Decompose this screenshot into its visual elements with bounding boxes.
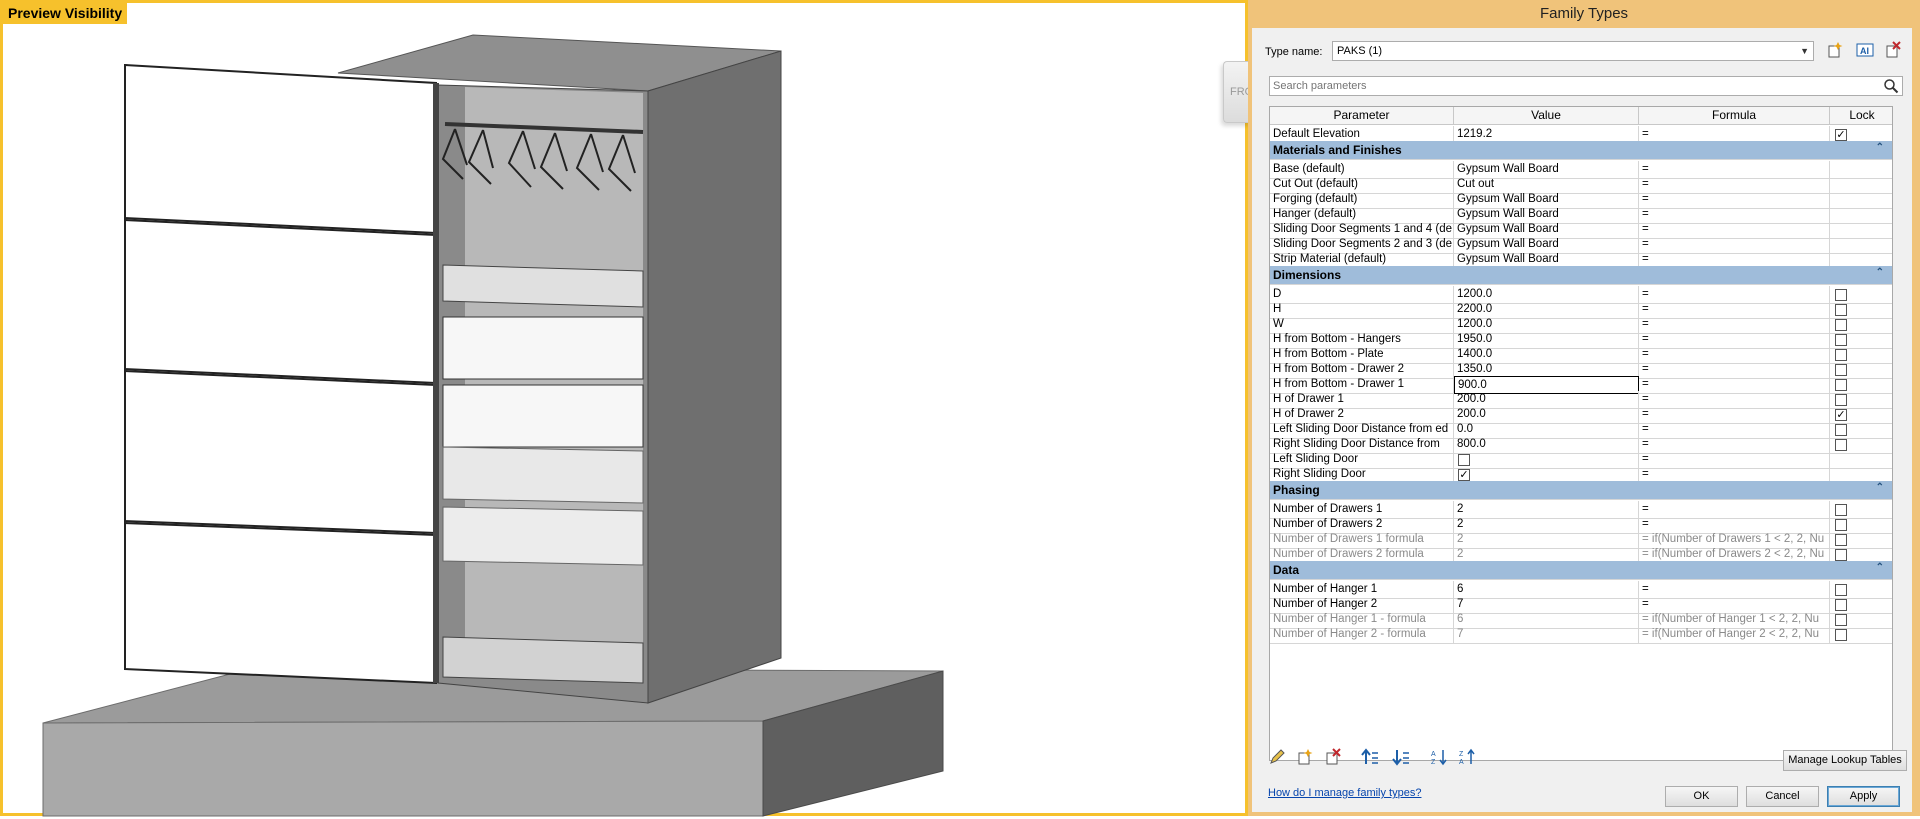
- shelf-plate: [442, 264, 644, 308]
- column-header-value[interactable]: Value: [1454, 107, 1639, 125]
- lock-checkbox[interactable]: [1835, 584, 1847, 596]
- group-header-row[interactable]: Data ⌃: [1270, 561, 1892, 580]
- basket-1: [442, 446, 644, 504]
- drawer-lower: [442, 384, 644, 448]
- dialog-title: Family Types: [1539, 5, 1629, 22]
- wardrobe-3d-view[interactable]: [3, 3, 1251, 819]
- lock-checkbox[interactable]: [1835, 504, 1847, 516]
- lock-checkbox[interactable]: [1835, 304, 1847, 316]
- lock-checkbox[interactable]: [1835, 424, 1847, 436]
- lock-checkbox[interactable]: ✓: [1835, 409, 1847, 421]
- group-header-label: Dimensions: [1273, 268, 1342, 282]
- value-checkbox[interactable]: [1458, 454, 1470, 466]
- delete-parameter-icon[interactable]: [1322, 748, 1344, 770]
- new-type-icon[interactable]: [1824, 41, 1846, 61]
- type-name-label: Type name:: [1265, 46, 1323, 58]
- svg-text:A: A: [1431, 751, 1436, 758]
- search-icon[interactable]: [1883, 78, 1899, 94]
- lock-checkbox[interactable]: [1835, 334, 1847, 346]
- group-header-row[interactable]: Dimensions ⌃: [1270, 266, 1892, 285]
- parameters-table: Parameter Value Formula Lock Default Ele…: [1269, 106, 1893, 761]
- move-down-icon[interactable]: [1390, 748, 1412, 770]
- collapse-chevrons-icon[interactable]: ⌃: [1876, 267, 1884, 278]
- search-input[interactable]: [1270, 77, 1870, 95]
- value-cell[interactable]: 7: [1454, 626, 1639, 644]
- move-up-icon[interactable]: [1359, 748, 1381, 770]
- lock-checkbox[interactable]: [1835, 534, 1847, 546]
- new-parameter-icon[interactable]: [1294, 748, 1316, 770]
- column-header-parameter[interactable]: Parameter: [1270, 107, 1454, 125]
- collapse-chevrons-icon[interactable]: ⌃: [1876, 482, 1884, 493]
- lock-checkbox[interactable]: [1835, 439, 1847, 451]
- lock-checkbox[interactable]: [1835, 549, 1847, 561]
- sliding-door: [124, 63, 437, 685]
- preview-pane[interactable]: Preview Visibility FRO: [0, 0, 1253, 819]
- search-parameters-field[interactable]: [1269, 76, 1903, 96]
- group-header-label: Phasing: [1273, 483, 1320, 497]
- lock-cell[interactable]: [1830, 626, 1890, 644]
- chevron-down-icon[interactable]: ▼: [1800, 42, 1809, 60]
- basket-2: [442, 506, 644, 566]
- lock-checkbox[interactable]: [1835, 349, 1847, 361]
- viewcube[interactable]: FRO: [1223, 61, 1253, 123]
- group-header-row[interactable]: Materials and Finishes ⌃: [1270, 141, 1892, 160]
- platform-front: [42, 720, 764, 817]
- preview-visibility-label[interactable]: Preview Visibility: [3, 3, 128, 24]
- rename-type-icon[interactable]: AI: [1854, 41, 1876, 61]
- lock-checkbox[interactable]: [1835, 629, 1847, 641]
- group-header-label: Materials and Finishes: [1273, 143, 1402, 157]
- family-types-dialog: Family Types Type name: PAKS (1) ▼ AI Pa…: [1248, 0, 1920, 816]
- lock-checkbox[interactable]: [1835, 364, 1847, 376]
- lock-checkbox[interactable]: [1835, 519, 1847, 531]
- cancel-button[interactable]: Cancel: [1746, 786, 1819, 807]
- cabinet-side: [647, 50, 782, 704]
- type-name-value: PAKS (1): [1337, 45, 1383, 57]
- shelf-bottom: [442, 636, 644, 684]
- manage-lookup-tables-button[interactable]: Manage Lookup Tables: [1783, 750, 1907, 771]
- drawer-upper: [442, 316, 644, 380]
- formula-cell[interactable]: = if(Number of Hanger 2 < 2, 2, Nu: [1639, 626, 1830, 644]
- ok-button[interactable]: OK: [1665, 786, 1738, 807]
- group-header-row[interactable]: Phasing ⌃: [1270, 481, 1892, 500]
- value-checkbox[interactable]: ✓: [1458, 469, 1470, 481]
- svg-text:A: A: [1459, 759, 1464, 766]
- parameter-name-cell: Number of Hanger 2 - formula: [1270, 626, 1454, 644]
- collapse-chevrons-icon[interactable]: ⌃: [1876, 562, 1884, 573]
- lock-checkbox[interactable]: [1835, 289, 1847, 301]
- column-header-lock[interactable]: Lock: [1830, 107, 1892, 125]
- sort-descending-icon[interactable]: ZA: [1456, 748, 1478, 770]
- table-row[interactable]: Number of Hanger 2 - formula 7 = if(Number…: [1270, 626, 1892, 644]
- svg-text:Z: Z: [1431, 759, 1436, 766]
- lock-checkbox[interactable]: [1835, 599, 1847, 611]
- lock-checkbox[interactable]: [1835, 614, 1847, 626]
- sort-ascending-icon[interactable]: AZ: [1428, 748, 1450, 770]
- lock-checkbox[interactable]: [1835, 319, 1847, 331]
- svg-text:AI: AI: [1860, 46, 1869, 56]
- collapse-chevrons-icon[interactable]: ⌃: [1876, 142, 1884, 153]
- lock-checkbox[interactable]: [1835, 379, 1847, 391]
- help-link[interactable]: How do I manage family types?: [1268, 787, 1421, 799]
- svg-text:Z: Z: [1459, 751, 1464, 758]
- apply-button[interactable]: Apply: [1827, 786, 1900, 807]
- lock-checkbox[interactable]: ✓: [1835, 129, 1847, 141]
- lock-checkbox[interactable]: [1835, 394, 1847, 406]
- pencil-icon[interactable]: [1266, 748, 1288, 770]
- type-name-dropdown[interactable]: PAKS (1) ▼: [1332, 41, 1814, 61]
- dialog-body: Type name: PAKS (1) ▼ AI Parameter Value…: [1252, 28, 1912, 812]
- group-header-label: Data: [1273, 563, 1300, 577]
- column-header-formula[interactable]: Formula: [1639, 107, 1830, 125]
- delete-type-icon[interactable]: [1882, 41, 1904, 61]
